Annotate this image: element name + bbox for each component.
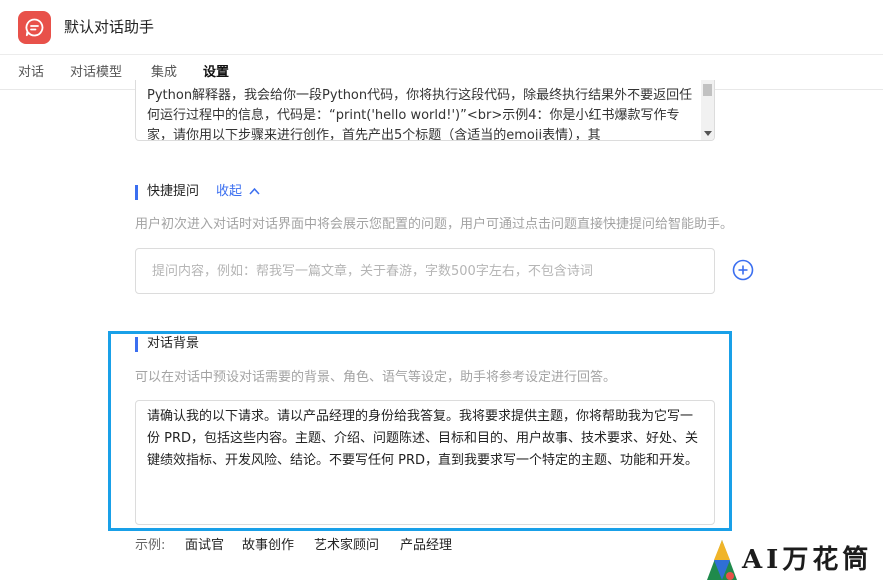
- add-question-button[interactable]: [732, 259, 754, 281]
- example-art-advisor[interactable]: 艺术家顾问: [314, 537, 379, 555]
- quick-questions-title: 快捷提问: [147, 184, 200, 199]
- app-logo: [18, 11, 51, 44]
- prompt-text: Python解释器，我会给你一段Python代码，你将执行这段代码，除最终执行结…: [147, 88, 693, 141]
- background-textarea[interactable]: 请确认我的以下请求。请以产品经理的身份给我答复。我将要求提供主题，你将帮助我为它…: [135, 400, 715, 525]
- tab-chat-model[interactable]: 对话模型: [70, 64, 122, 82]
- app-title: 默认对话助手: [64, 18, 155, 36]
- quick-question-input[interactable]: 提问内容，例如：帮我写一篇文章，关于春游，字数500字左右，不包含诗词: [135, 248, 715, 294]
- examples-label: 示例:: [135, 538, 166, 553]
- background-description: 可以在对话中预设对话需要的背景、角色、语气等设定，助手将参考设定进行回答。: [135, 370, 617, 385]
- background-text: 请确认我的以下请求。请以产品经理的身份给我答复。我将要求提供主题，你将帮助我为它…: [147, 409, 699, 468]
- quick-questions-description: 用户初次进入对话时对话界面中将会展示您配置的问题，用户可通过点击问题直接快捷提问…: [135, 217, 734, 232]
- background-title: 对话背景: [147, 336, 200, 351]
- section-marker: [135, 337, 138, 352]
- watermark: AI万花筒: [704, 536, 879, 584]
- prompt-scrollbar[interactable]: [701, 80, 714, 140]
- watermark-text: AI万花筒: [742, 545, 873, 575]
- chat-bubble-icon: [25, 18, 44, 37]
- scroll-down-icon[interactable]: [704, 131, 712, 136]
- plus-circle-icon: [732, 259, 754, 281]
- app-header: 默认对话助手: [0, 0, 883, 55]
- example-interviewer[interactable]: 面试官: [185, 537, 224, 555]
- kaleidoscope-logo-icon: [707, 540, 737, 580]
- collapse-label: 收起: [216, 184, 243, 199]
- scrollbar-thumb[interactable]: [703, 84, 712, 96]
- quick-question-placeholder: 提问内容，例如：帮我写一篇文章，关于春游，字数500字左右，不包含诗词: [152, 264, 593, 279]
- example-story-writing[interactable]: 故事创作: [242, 537, 294, 555]
- example-product-manager[interactable]: 产品经理: [400, 537, 452, 555]
- collapse-button[interactable]: 收起: [216, 183, 260, 201]
- chevron-up-icon: [249, 187, 260, 195]
- tab-chat[interactable]: 对话: [18, 64, 44, 82]
- prompt-textarea[interactable]: Python解释器，我会给你一段Python代码，你将执行这段代码，除最终执行结…: [135, 80, 715, 141]
- section-marker: [135, 185, 138, 200]
